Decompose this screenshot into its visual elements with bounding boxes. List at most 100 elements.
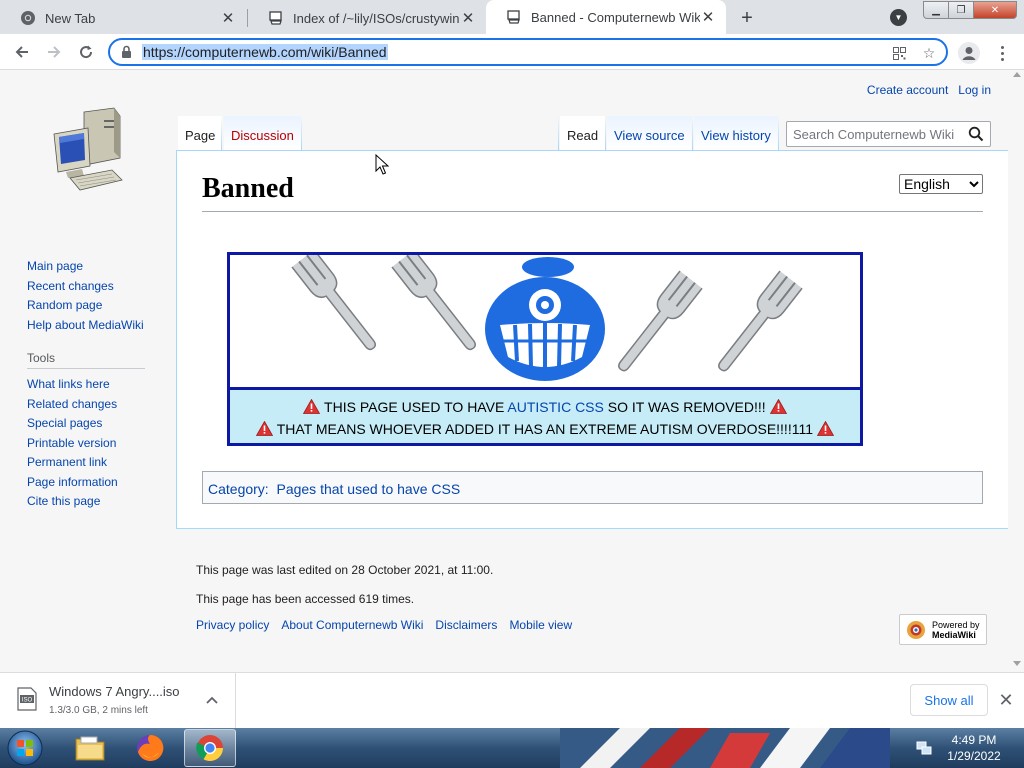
back-arrow-icon[interactable] bbox=[10, 41, 34, 63]
autistic-css-link[interactable]: AUTISTIC CSS bbox=[507, 399, 603, 415]
taskbar-chrome-icon[interactable] bbox=[184, 729, 236, 767]
download-item[interactable]: ISO Windows 7 Angry....iso 1.3/3.0 GB, 2… bbox=[0, 673, 236, 728]
close-tab-icon[interactable]: ✕ bbox=[220, 10, 236, 27]
fork-icon bbox=[291, 255, 376, 351]
banner-text: THIS PAGE USED TO HAVE bbox=[324, 399, 505, 415]
language-select[interactable]: English bbox=[899, 174, 983, 194]
warning-icon bbox=[256, 421, 274, 436]
reload-icon[interactable] bbox=[74, 41, 98, 63]
forward-arrow-icon[interactable] bbox=[42, 41, 66, 63]
main-content: Banned English THIS PAGE USED TO HAVE AU… bbox=[176, 150, 1008, 529]
fork-icon bbox=[618, 270, 703, 372]
chrome-menu-icon[interactable] bbox=[996, 42, 1008, 64]
desktop-wallpaper bbox=[560, 728, 890, 768]
taskbar-clock[interactable]: 4:49 PM 1/29/2022 bbox=[938, 732, 1010, 764]
scroll-down-arrow-icon[interactable] bbox=[1013, 661, 1021, 666]
wiki-logo[interactable] bbox=[48, 106, 128, 196]
page-title: Banned bbox=[202, 171, 983, 212]
close-tab-icon[interactable]: ✕ bbox=[460, 10, 476, 27]
powered-by-mediawiki-badge[interactable]: Powered by MediaWiki bbox=[899, 614, 987, 645]
show-all-downloads-button[interactable]: Show all bbox=[910, 684, 988, 716]
login-link[interactable]: Log in bbox=[958, 83, 991, 97]
sidebar-tools-heading: Tools bbox=[27, 351, 145, 369]
sidebar-item-printable-version[interactable]: Printable version bbox=[27, 434, 145, 454]
sidebar-item-page-information[interactable]: Page information bbox=[27, 473, 145, 493]
close-shelf-icon[interactable]: ✕ bbox=[998, 691, 1014, 709]
sidebar-item-random-page[interactable]: Random page bbox=[27, 296, 145, 316]
sidebar-item-cite-this-page[interactable]: Cite this page bbox=[27, 492, 145, 512]
sidebar-item-main-page[interactable]: Main page bbox=[27, 257, 145, 277]
browser-tab-banned[interactable]: Banned - Computernewb Wiki ✕ bbox=[486, 0, 726, 34]
restore-button[interactable]: ❐ bbox=[948, 1, 974, 19]
privacy-policy-link[interactable]: Privacy policy bbox=[196, 618, 269, 632]
sidebar-item-permanent-link[interactable]: Permanent link bbox=[27, 453, 145, 473]
chevron-up-icon[interactable] bbox=[206, 695, 218, 705]
sidebar-item-recent-changes[interactable]: Recent changes bbox=[27, 277, 145, 297]
bookmark-star-icon[interactable]: ☆ bbox=[920, 44, 938, 62]
personal-tools: Create account Log in bbox=[867, 83, 991, 97]
tab-divider bbox=[692, 116, 693, 150]
fork-icon bbox=[391, 255, 476, 351]
url-text[interactable]: https://computernewb.com/wiki/Banned bbox=[142, 44, 388, 60]
mobile-view-link[interactable]: Mobile view bbox=[509, 618, 572, 632]
grinning-mascot-icon bbox=[485, 257, 605, 381]
tab-title: Index of /~lily/ISOs/crustywindo bbox=[293, 10, 460, 26]
tab-page[interactable]: Page bbox=[178, 116, 223, 150]
search-icon[interactable] bbox=[968, 126, 984, 142]
new-tab-button[interactable]: + bbox=[734, 5, 760, 31]
sidebar: Main page Recent changes Random page Hel… bbox=[27, 257, 145, 512]
download-shelf: ISO Windows 7 Angry....iso 1.3/3.0 GB, 2… bbox=[0, 672, 1024, 728]
close-window-button[interactable]: ✕ bbox=[973, 1, 1017, 19]
banner-text: THAT MEANS WHOEVER ADDED IT HAS AN EXTRE… bbox=[276, 421, 813, 437]
sidebar-item-help[interactable]: Help about MediaWiki bbox=[27, 316, 145, 336]
banned-banner: THIS PAGE USED TO HAVE AUTISTIC CSS SO I… bbox=[227, 252, 863, 446]
tab-view-history[interactable]: View history bbox=[694, 116, 778, 150]
warning-icon bbox=[769, 399, 787, 414]
tab-title: Banned - Computernewb Wiki bbox=[531, 9, 700, 25]
access-count-text: This page has been accessed 619 times. bbox=[196, 592, 415, 606]
iso-file-icon: ISO bbox=[17, 687, 37, 711]
browser-tab-new-tab[interactable]: New Tab ✕ bbox=[0, 2, 246, 34]
create-account-link[interactable]: Create account bbox=[867, 83, 948, 97]
warning-icon bbox=[303, 399, 321, 414]
tab-read[interactable]: Read bbox=[560, 116, 606, 150]
tab-search-icon[interactable]: ▼ bbox=[890, 9, 907, 26]
powered-by-text: Powered by bbox=[932, 619, 980, 630]
last-edited-text: This page was last edited on 28 October … bbox=[196, 563, 494, 577]
scroll-up-arrow-icon[interactable] bbox=[1013, 72, 1021, 77]
banner-message: THIS PAGE USED TO HAVE AUTISTIC CSS SO I… bbox=[230, 387, 860, 443]
close-tab-icon[interactable]: ✕ bbox=[700, 9, 716, 26]
wiki-search-box bbox=[786, 121, 991, 147]
fork-icon bbox=[718, 270, 803, 372]
footer-info: This page was last edited on 28 October … bbox=[196, 556, 493, 614]
window-controls: ▁ ❐ ✕ bbox=[923, 1, 1017, 19]
wiki-search-input[interactable] bbox=[787, 122, 962, 146]
download-status: 1.3/3.0 GB, 2 mins left bbox=[49, 705, 148, 716]
about-link[interactable]: About Computernewb Wiki bbox=[281, 618, 423, 632]
svg-text:ISO: ISO bbox=[22, 698, 33, 704]
tab-view-source[interactable]: View source bbox=[607, 116, 692, 150]
taskbar-explorer-icon[interactable] bbox=[64, 729, 116, 767]
tab-divider bbox=[221, 116, 222, 150]
banner-image bbox=[291, 255, 803, 381]
taskbar-firefox-icon[interactable] bbox=[124, 729, 176, 767]
banner-text: SO IT WAS REMOVED!!! bbox=[607, 399, 766, 415]
windows-taskbar: 4:49 PM 1/29/2022 bbox=[0, 728, 1024, 768]
minimize-button[interactable]: ▁ bbox=[923, 1, 949, 19]
sidebar-item-what-links-here[interactable]: What links here bbox=[27, 375, 145, 395]
browser-toolbar: https://computernewb.com/wiki/Banned ☆ bbox=[0, 34, 1024, 70]
network-icon[interactable] bbox=[916, 740, 932, 756]
category-label-link[interactable]: Category: bbox=[208, 481, 269, 497]
tab-discussion[interactable]: Discussion bbox=[224, 116, 301, 150]
address-bar[interactable]: https://computernewb.com/wiki/Banned ☆ bbox=[108, 38, 948, 66]
sidebar-item-related-changes[interactable]: Related changes bbox=[27, 395, 145, 415]
disclaimers-link[interactable]: Disclaimers bbox=[435, 618, 497, 632]
browser-tab-strip: New Tab ✕ Index of /~lily/ISOs/crustywin… bbox=[0, 0, 1024, 34]
category-link[interactable]: Pages that used to have CSS bbox=[276, 481, 460, 497]
mediawiki-flower-icon bbox=[907, 620, 925, 639]
profile-avatar-icon[interactable] bbox=[958, 42, 980, 64]
start-button[interactable] bbox=[5, 729, 45, 767]
sidebar-item-special-pages[interactable]: Special pages bbox=[27, 414, 145, 434]
qr-code-icon[interactable] bbox=[890, 44, 908, 62]
browser-tab-index[interactable]: Index of /~lily/ISOs/crustywindo ✕ bbox=[248, 2, 486, 34]
